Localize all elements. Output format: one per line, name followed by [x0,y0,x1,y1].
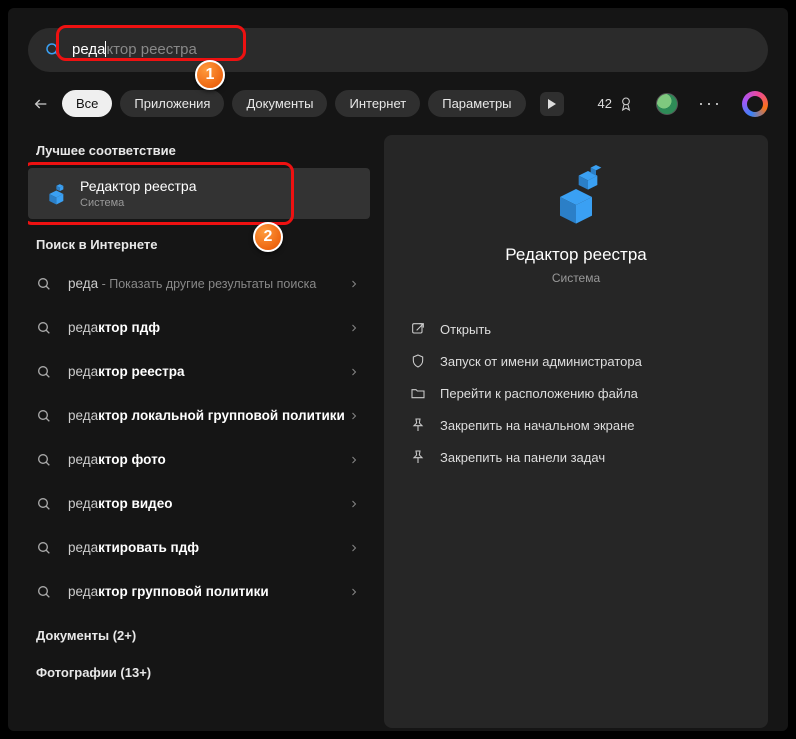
search-icon [36,584,52,600]
search-input[interactable]: редактор реестра [28,28,768,72]
preview-title: Редактор реестра [404,245,748,265]
best-match-title: Редактор реестра [80,178,197,194]
search-icon [36,408,52,424]
preview-subtitle: Система [404,271,748,285]
action-open[interactable]: Открыть [404,313,748,345]
action-pin-start[interactable]: Закрепить на начальном экране [404,409,748,441]
search-bar-container: редактор реестра [28,28,768,72]
shield-icon [410,353,426,369]
medal-icon [618,96,634,112]
play-button[interactable] [540,92,564,116]
open-icon [410,321,426,337]
web-result-item[interactable]: редактор фото [28,438,370,482]
best-match-item[interactable]: Редактор реестра Система [28,168,370,219]
filter-tabs-row: Все Приложения Документы Интернет Параме… [28,90,768,117]
pin-icon [410,449,426,465]
action-open-location[interactable]: Перейти к расположению файла [404,377,748,409]
best-match-subtitle: Система [80,197,197,209]
tab-web[interactable]: Интернет [335,90,420,117]
web-result-item[interactable]: реда - Показать другие результаты поиска [28,262,370,306]
web-result-text: редактор реестра [68,363,348,381]
web-result-item[interactable]: редактор локальной групповой политики [28,394,370,438]
chevron-right-icon [348,366,360,378]
chevron-right-icon [348,278,360,290]
best-match-header: Лучшее соответствие [28,135,370,168]
search-icon [36,320,52,336]
web-result-text: редактор пдф [68,319,348,337]
web-result-text: редактор фото [68,451,348,469]
preview-panel: Редактор реестра Система Открыть Запуск … [384,135,768,728]
chevron-right-icon [348,498,360,510]
web-result-text: редактировать пдф [68,539,348,557]
search-icon [36,276,52,292]
web-search-header: Поиск в Интернете [28,229,370,262]
search-icon [36,452,52,468]
search-icon [36,496,52,512]
web-result-item[interactable]: редактировать пдф [28,526,370,570]
chevron-right-icon [348,542,360,554]
folder-icon [410,385,426,401]
tab-all[interactable]: Все [62,90,112,117]
pin-icon [410,417,426,433]
web-result-text: редактор групповой политики [68,583,348,601]
tab-settings[interactable]: Параметры [428,90,525,117]
web-result-item[interactable]: редактор групповой политики [28,570,370,614]
chevron-right-icon [348,454,360,466]
web-result-item[interactable]: редактор реестра [28,350,370,394]
web-result-text: реда - Показать другие результаты поиска [68,275,348,293]
search-text: редактор реестра [72,41,197,59]
registry-editor-icon-large [544,165,608,229]
registry-editor-icon [40,180,68,208]
search-icon [44,41,62,59]
copilot-icon[interactable] [742,91,768,117]
web-result-item[interactable]: редактор видео [28,482,370,526]
action-pin-taskbar[interactable]: Закрепить на панели задач [404,441,748,473]
chevron-right-icon [348,322,360,334]
tab-documents[interactable]: Документы [232,90,327,117]
documents-header[interactable]: Документы (2+) [28,620,370,653]
web-result-item[interactable]: редактор пдф [28,306,370,350]
tab-apps[interactable]: Приложения [120,90,224,117]
back-button[interactable] [28,91,54,117]
photos-header[interactable]: Фотографии (13+) [28,657,370,690]
search-icon [36,364,52,380]
chevron-right-icon [348,410,360,422]
chevron-right-icon [348,586,360,598]
action-run-as-admin[interactable]: Запуск от имени администратора [404,345,748,377]
search-icon [36,540,52,556]
user-avatar[interactable] [656,93,678,115]
rewards-points[interactable]: 42 [598,96,634,112]
results-panel: Лучшее соответствие Редактор реестра Сис… [28,135,370,728]
web-result-text: редактор локальной групповой политики [68,407,348,425]
more-button[interactable]: ··· [698,93,722,114]
web-result-text: редактор видео [68,495,348,513]
web-results-list: реда - Показать другие результаты поиска… [28,262,370,614]
